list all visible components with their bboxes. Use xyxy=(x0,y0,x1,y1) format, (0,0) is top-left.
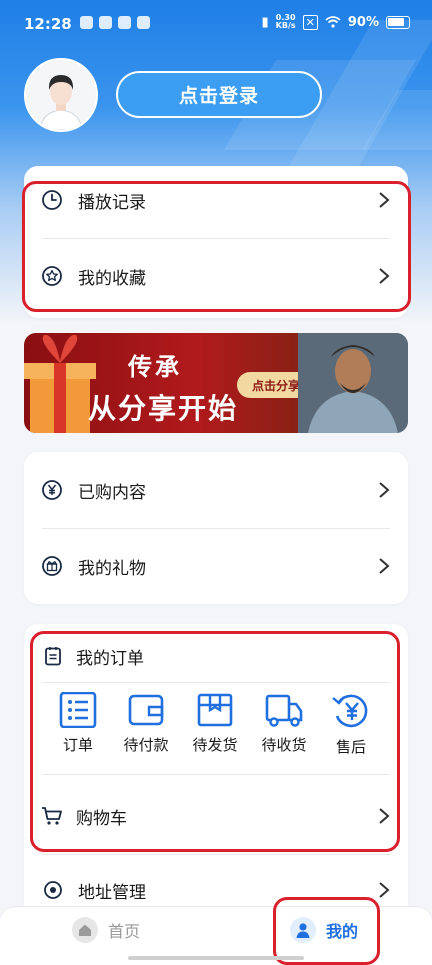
list-item-purchased[interactable]: 已购内容 xyxy=(24,470,408,510)
list-item-play-history[interactable]: 播放记录 xyxy=(24,180,408,220)
app-notification-icon xyxy=(80,16,93,29)
order-unpaid-button[interactable]: 待付款 xyxy=(116,692,176,755)
order-status-label: 订单 xyxy=(62,736,93,754)
wifi-icon xyxy=(325,16,341,28)
banner-portrait-image xyxy=(298,333,408,433)
refund-icon xyxy=(332,694,368,728)
app-notification-icon xyxy=(137,16,150,29)
list-item-label: 购物车 xyxy=(76,808,127,829)
order-after-sales-button[interactable]: 售后 xyxy=(321,692,381,757)
notification-icons xyxy=(80,16,150,29)
net-speed: 0.30 KB/s xyxy=(276,14,296,30)
login-button[interactable]: 点击登录 xyxy=(116,71,322,118)
tab-label: 首页 xyxy=(108,922,141,941)
chevron-right-icon xyxy=(379,882,390,898)
tab-home[interactable]: 首页 xyxy=(72,917,140,943)
home-indicator[interactable] xyxy=(128,956,304,960)
wechat-icon xyxy=(118,16,131,29)
sim-icon: ✕ xyxy=(302,14,318,30)
tab-mine[interactable]: 我的 xyxy=(290,917,358,943)
box-icon xyxy=(197,693,233,727)
default-avatar-icon xyxy=(26,60,96,130)
order-status-row: 订单 待付款 待发货 待收货 售后 xyxy=(32,692,400,772)
purchase-card: 已购内容 我的礼物 xyxy=(24,452,408,604)
yen-icon xyxy=(42,480,62,500)
list-item-address[interactable]: 地址管理 xyxy=(24,870,408,910)
orders-title: 我的订单 xyxy=(76,648,144,669)
order-status-label: 待发货 xyxy=(192,736,238,754)
cart-icon xyxy=(42,807,62,825)
status-bar: 12:28 ▮ 0.30 KB/s ✕ 90% xyxy=(0,0,432,48)
list-icon xyxy=(59,692,97,728)
divider xyxy=(42,528,390,529)
chevron-right-icon xyxy=(379,558,390,574)
chevron-right-icon xyxy=(379,808,390,824)
divider xyxy=(42,774,390,775)
battery-icon xyxy=(386,15,410,29)
location-icon xyxy=(44,881,62,899)
banner-title-line1: 传承 xyxy=(128,353,182,381)
order-to-ship-button[interactable]: 待发货 xyxy=(185,692,245,755)
history-card: 播放记录 我的收藏 xyxy=(24,166,408,318)
star-icon xyxy=(42,266,62,286)
net-speed-unit: KB/s xyxy=(275,21,296,30)
chevron-right-icon xyxy=(379,482,390,498)
clock-icon xyxy=(42,190,62,210)
battery-percent: 90% xyxy=(347,14,379,30)
list-item-favorites[interactable]: 我的收藏 xyxy=(24,256,408,296)
share-banner[interactable]: 传承 从分享开始 点击分享 xyxy=(24,333,408,433)
tab-label: 我的 xyxy=(326,922,359,941)
order-to-receive-button[interactable]: 待收货 xyxy=(254,692,314,755)
order-status-label: 售后 xyxy=(335,738,366,756)
avatar[interactable] xyxy=(24,58,98,132)
banner-title-line2: 从分享开始 xyxy=(88,392,239,425)
chevron-right-icon xyxy=(379,192,390,208)
divider xyxy=(42,238,390,239)
clipboard-icon xyxy=(45,647,61,666)
list-item-label: 播放记录 xyxy=(78,192,146,213)
status-time: 12:28 xyxy=(24,15,72,33)
home-icon xyxy=(72,917,98,943)
vibrate-icon: ▮ xyxy=(261,14,269,30)
chevron-right-icon xyxy=(379,268,390,284)
app-notification-icon xyxy=(99,16,112,29)
list-item-label: 我的礼物 xyxy=(78,558,146,579)
order-status-label: 待收货 xyxy=(261,736,307,754)
truck-icon xyxy=(265,694,303,727)
orders-card: 我的订单 订单 待付款 待发货 待收货 售后 购物车 地址管理 xyxy=(24,624,408,924)
list-item-gifts[interactable]: 我的礼物 xyxy=(24,546,408,586)
user-icon xyxy=(290,917,316,943)
order-status-label: 待付款 xyxy=(123,736,169,754)
order-all-button[interactable]: 订单 xyxy=(48,692,108,755)
list-item-label: 已购内容 xyxy=(78,482,146,503)
wallet-icon xyxy=(128,694,164,726)
list-item-label: 我的收藏 xyxy=(78,268,146,289)
list-item-label: 地址管理 xyxy=(78,882,146,903)
divider xyxy=(42,682,390,683)
divider xyxy=(42,854,390,855)
list-item-cart[interactable]: 购物车 xyxy=(24,796,408,836)
orders-header[interactable]: 我的订单 xyxy=(24,636,408,676)
gift-icon xyxy=(42,556,62,576)
